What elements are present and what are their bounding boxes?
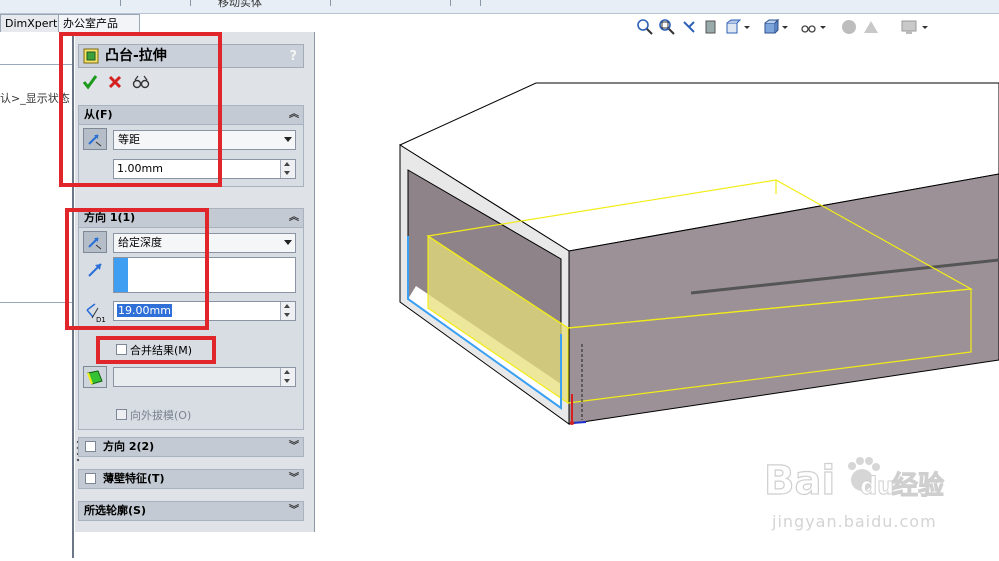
- chevron-down-icon[interactable]: [921, 18, 929, 36]
- tab-dimxpert[interactable]: DimXpert: [0, 14, 66, 33]
- chevron-down-icon: [284, 137, 292, 142]
- top-toolbar-strip: [0, 0, 999, 14]
- scene-icon[interactable]: [862, 18, 880, 36]
- collapse-chevron-icon[interactable]: ︽: [289, 106, 299, 124]
- heads-up-view-toolbar: [636, 18, 936, 40]
- thin-feature-label: 薄壁特征(T): [103, 472, 165, 485]
- svg-text:经验: 经验: [892, 470, 944, 501]
- selected-contours-group[interactable]: 所选轮廓(S) ︾: [78, 501, 304, 521]
- direction2-header[interactable]: 方向 2(2) ︾: [79, 438, 303, 456]
- appearance-icon[interactable]: [840, 18, 858, 36]
- chevron-down-icon: [284, 240, 292, 245]
- manager-tabs: DimXpert 办公室产品: [0, 14, 315, 33]
- chevron-down-icon[interactable]: [781, 18, 789, 36]
- offset-spinner[interactable]: [280, 160, 295, 178]
- move-body-label[interactable]: 移动实体: [218, 0, 262, 10]
- highlight-box-from: [59, 32, 222, 187]
- previous-view-icon[interactable]: [680, 18, 698, 36]
- view-settings-icon[interactable]: [900, 18, 918, 36]
- direction2-group[interactable]: 方向 2(2) ︾: [78, 437, 304, 457]
- thin-feature-checkbox[interactable]: [85, 473, 96, 484]
- zoom-to-area-icon[interactable]: [658, 18, 676, 36]
- view-orientation-icon[interactable]: [724, 18, 742, 36]
- tab-office-products[interactable]: 办公室产品: [58, 14, 140, 33]
- help-button[interactable]: ?: [289, 46, 297, 68]
- direction2-label: 方向 2(2): [103, 440, 155, 453]
- collapse-chevron-icon[interactable]: ︽: [289, 209, 299, 227]
- draft-outward-checkbox[interactable]: [116, 409, 127, 420]
- draft-angle-field[interactable]: [113, 367, 296, 387]
- draft-outward-label: 向外拔模(O): [130, 409, 192, 422]
- svg-text:du: du: [860, 472, 894, 500]
- svg-text:Bai: Bai: [764, 458, 835, 504]
- direction2-checkbox[interactable]: [85, 441, 96, 452]
- thin-feature-header[interactable]: 薄壁特征(T) ︾: [79, 470, 303, 488]
- baidu-jingyan-watermark: Bai du 经验: [763, 448, 954, 505]
- bottom-area: [75, 532, 315, 558]
- display-style-icon[interactable]: [762, 18, 780, 36]
- thin-feature-group[interactable]: 薄壁特征(T) ︾: [78, 469, 304, 489]
- zoom-to-fit-icon[interactable]: [636, 18, 654, 36]
- watermark-url: jingyan.baidu.com: [772, 512, 937, 531]
- highlight-box-direction1: [65, 208, 209, 330]
- highlight-box-merge: [96, 336, 216, 364]
- expand-chevron-icon[interactable]: ︾: [289, 502, 299, 520]
- chevron-down-icon[interactable]: [743, 18, 751, 36]
- depth-spinner[interactable]: [280, 302, 295, 320]
- expand-chevron-icon[interactable]: ︾: [289, 438, 299, 456]
- selected-contours-label: 所选轮廓(S): [84, 504, 146, 517]
- hide-show-items-icon[interactable]: [800, 18, 818, 36]
- chevron-down-icon[interactable]: [819, 18, 827, 36]
- selected-contours-header[interactable]: 所选轮廓(S) ︾: [79, 502, 303, 520]
- draft-icon[interactable]: [83, 366, 107, 388]
- expand-chevron-icon[interactable]: ︾: [289, 470, 299, 488]
- section-view-icon[interactable]: [702, 18, 720, 36]
- draft-spinner[interactable]: [280, 368, 295, 386]
